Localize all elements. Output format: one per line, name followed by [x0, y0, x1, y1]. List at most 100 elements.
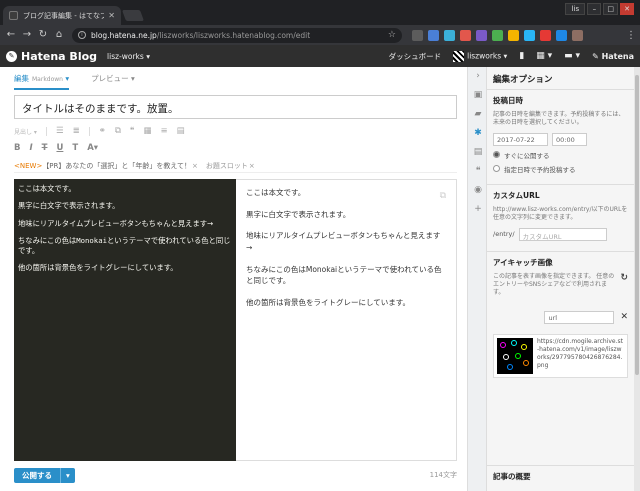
extension-icon[interactable] [412, 29, 423, 41]
time-input[interactable]: 00:00 [552, 132, 587, 146]
close-icon[interactable]: ✕ [620, 312, 628, 322]
close-icon[interactable]: × [249, 162, 255, 170]
bookmark-star-icon[interactable]: ☆ [388, 30, 396, 40]
embed-icon[interactable]: ⧉ [115, 126, 121, 136]
eyecatch-thumbnail [497, 337, 533, 374]
text-size-icon[interactable]: T [72, 143, 78, 153]
section-heading: カスタムURL [493, 190, 540, 200]
extension-icon[interactable] [428, 29, 439, 41]
folder-icon[interactable]: ▰ [468, 105, 488, 124]
quote-icon[interactable]: ❝ [468, 162, 488, 181]
browser-menu-icon[interactable]: ⋮ [626, 30, 636, 41]
comment-icon[interactable]: ◉ [468, 181, 488, 200]
tab-edit[interactable]: 編集 Markdown ▾ [14, 73, 70, 90]
radio-now[interactable]: すぐに公開する [493, 150, 628, 160]
hatena-link[interactable]: ✎ Hatena [592, 52, 634, 61]
bookmark-icon[interactable]: ▮ [519, 51, 524, 61]
chevron-down-icon[interactable]: ▾ [60, 467, 75, 483]
gear-icon[interactable]: ✱ [468, 124, 488, 143]
table-icon[interactable]: ▦ [143, 126, 151, 136]
tag-bar: <NEW>【PR】あなたの「選択」と「年齢」を教えて！× お題スロット× [14, 159, 457, 173]
odai-slot-tag[interactable]: お題スロット× [206, 161, 255, 171]
editor-line: 他の箇所は背景色をライトグレーにしています。 [18, 263, 178, 273]
url-host: blog.hatena.ne.jp [91, 30, 157, 40]
document-icon[interactable]: ▤ [468, 143, 488, 162]
blog-switcher[interactable]: lisz-works ▾ [107, 52, 150, 61]
maximize-icon[interactable]: □ [603, 3, 618, 15]
profile-button[interactable]: lis [565, 3, 586, 15]
realtime-preview: ⧉ ここは本文です。 黒字に白文字で表示されます。 地味にリアルタイムプレビュー… [236, 179, 457, 461]
apps-grid-icon[interactable]: ▦ ▾ [536, 51, 552, 61]
publish-button[interactable]: 公開する ▾ [14, 467, 75, 483]
url-prefix: /entry/ [493, 230, 515, 239]
favicon-icon [9, 11, 18, 20]
browser-toolbar: ← → ↻ ⌂ i blog.hatena.ne.jp /liszworks/l… [0, 25, 640, 45]
reload-icon[interactable]: ↻ [36, 28, 50, 42]
extension-icon[interactable] [556, 29, 567, 41]
custom-url-input[interactable]: カスタムURL [518, 227, 607, 241]
radio-icon [493, 165, 500, 173]
radio-schedule[interactable]: 指定日時で予約投稿する [493, 164, 628, 174]
pr-tag[interactable]: <NEW>【PR】あなたの「選択」と「年齢」を教えて！× [14, 161, 198, 171]
browser-titlebar: ブログ記事編集 - はてなブ ✕ lis – □ ✕ [0, 0, 640, 25]
text-color-icon[interactable]: A▾ [87, 143, 98, 153]
align-icon[interactable]: ≡ [161, 126, 168, 136]
extension-icon[interactable] [492, 29, 503, 41]
plus-icon[interactable]: + [468, 200, 488, 219]
preview-toggle-icon[interactable]: ⧉ [440, 190, 446, 204]
extension-icon[interactable] [572, 29, 583, 41]
tab-preview[interactable]: プレビュー ▾ [91, 73, 135, 90]
tab-edit-label: 編集 [14, 74, 29, 83]
notification-icon[interactable]: ▬ ▾ [564, 51, 580, 61]
extension-icon[interactable] [508, 29, 519, 41]
user-name: liszworks ▾ [467, 51, 508, 60]
browser-tab[interactable]: ブログ記事編集 - はてなブ ✕ [3, 6, 121, 25]
eyecatch-desc-row: この記事を表す画像を指定できます。 任意のエントリーやSNSシェアなどで利用され… [493, 273, 628, 303]
address-bar[interactable]: i blog.hatena.ne.jp /liszworks/liszworks… [72, 27, 402, 43]
eyecatch-image-item[interactable]: https://cdn.mogile.archive.st-hatena.com… [493, 333, 628, 378]
back-icon[interactable]: ← [4, 28, 18, 42]
collapse-chevron-icon[interactable]: › [468, 67, 488, 86]
forward-icon[interactable]: → [20, 28, 34, 42]
refresh-icon[interactable]: ↻ [620, 273, 628, 283]
editor-line: 黒字に白文字で表示されます。 [18, 201, 120, 211]
radio-icon [493, 151, 500, 159]
dashboard-link[interactable]: ダッシュボード [389, 51, 442, 62]
minimize-icon[interactable]: – [587, 3, 602, 15]
user-menu[interactable]: liszworks ▾ [453, 50, 508, 62]
site-info-icon[interactable]: i [78, 31, 86, 39]
preview-line: ここは本文です。 [246, 188, 306, 197]
eyecatch-url-input[interactable]: url [544, 310, 615, 324]
numbered-list-icon[interactable]: ≣ [73, 126, 80, 136]
close-icon[interactable]: × [192, 162, 198, 170]
italic-icon[interactable]: I [29, 143, 32, 153]
scrollbar-thumb[interactable] [635, 75, 639, 375]
editor-line: 地味にリアルタイムプレビューボタンもちゃんと見えます→ [18, 218, 214, 228]
quote-icon[interactable]: ❝ [130, 126, 135, 136]
divider [45, 126, 47, 136]
bold-icon[interactable]: B [14, 143, 20, 153]
markdown-editor[interactable]: ここは本文です。 黒字に白文字で表示されます。 地味にリアルタイムプレビューボタ… [14, 179, 236, 461]
extension-icon[interactable] [524, 29, 535, 41]
panel-title: 編集オプション [487, 67, 634, 90]
heading-select[interactable]: 見出し ▾ [14, 127, 37, 136]
underline-icon[interactable]: U [56, 143, 63, 153]
title-input[interactable]: タイトルはそのままです。放置。 [14, 95, 457, 119]
home-icon[interactable]: ⌂ [52, 28, 66, 42]
extension-icon[interactable] [444, 29, 455, 41]
extension-icon[interactable] [540, 29, 551, 41]
bullet-list-icon[interactable]: ☰ [56, 126, 64, 136]
new-tab-button[interactable] [121, 10, 145, 21]
close-window-icon[interactable]: ✕ [620, 3, 634, 15]
header-right: ダッシュボード liszworks ▾ ▮ ▦ ▾ ▬ ▾ ✎ Hatena [389, 50, 634, 62]
date-input[interactable]: 2017-07-22 [493, 132, 548, 146]
extension-icon[interactable] [460, 29, 471, 41]
extension-icon[interactable] [476, 29, 487, 41]
close-tab-icon[interactable]: ✕ [108, 11, 115, 20]
hatena-blog-logo[interactable]: ✎ Hatena Blog [6, 50, 97, 63]
strikethrough-icon[interactable]: T [42, 143, 48, 153]
photo-icon[interactable]: ▣ [468, 86, 488, 105]
more-icon[interactable]: ▤ [177, 126, 185, 136]
link-icon[interactable]: ⚭ [99, 126, 106, 136]
panel-scrollbar[interactable] [634, 67, 640, 491]
